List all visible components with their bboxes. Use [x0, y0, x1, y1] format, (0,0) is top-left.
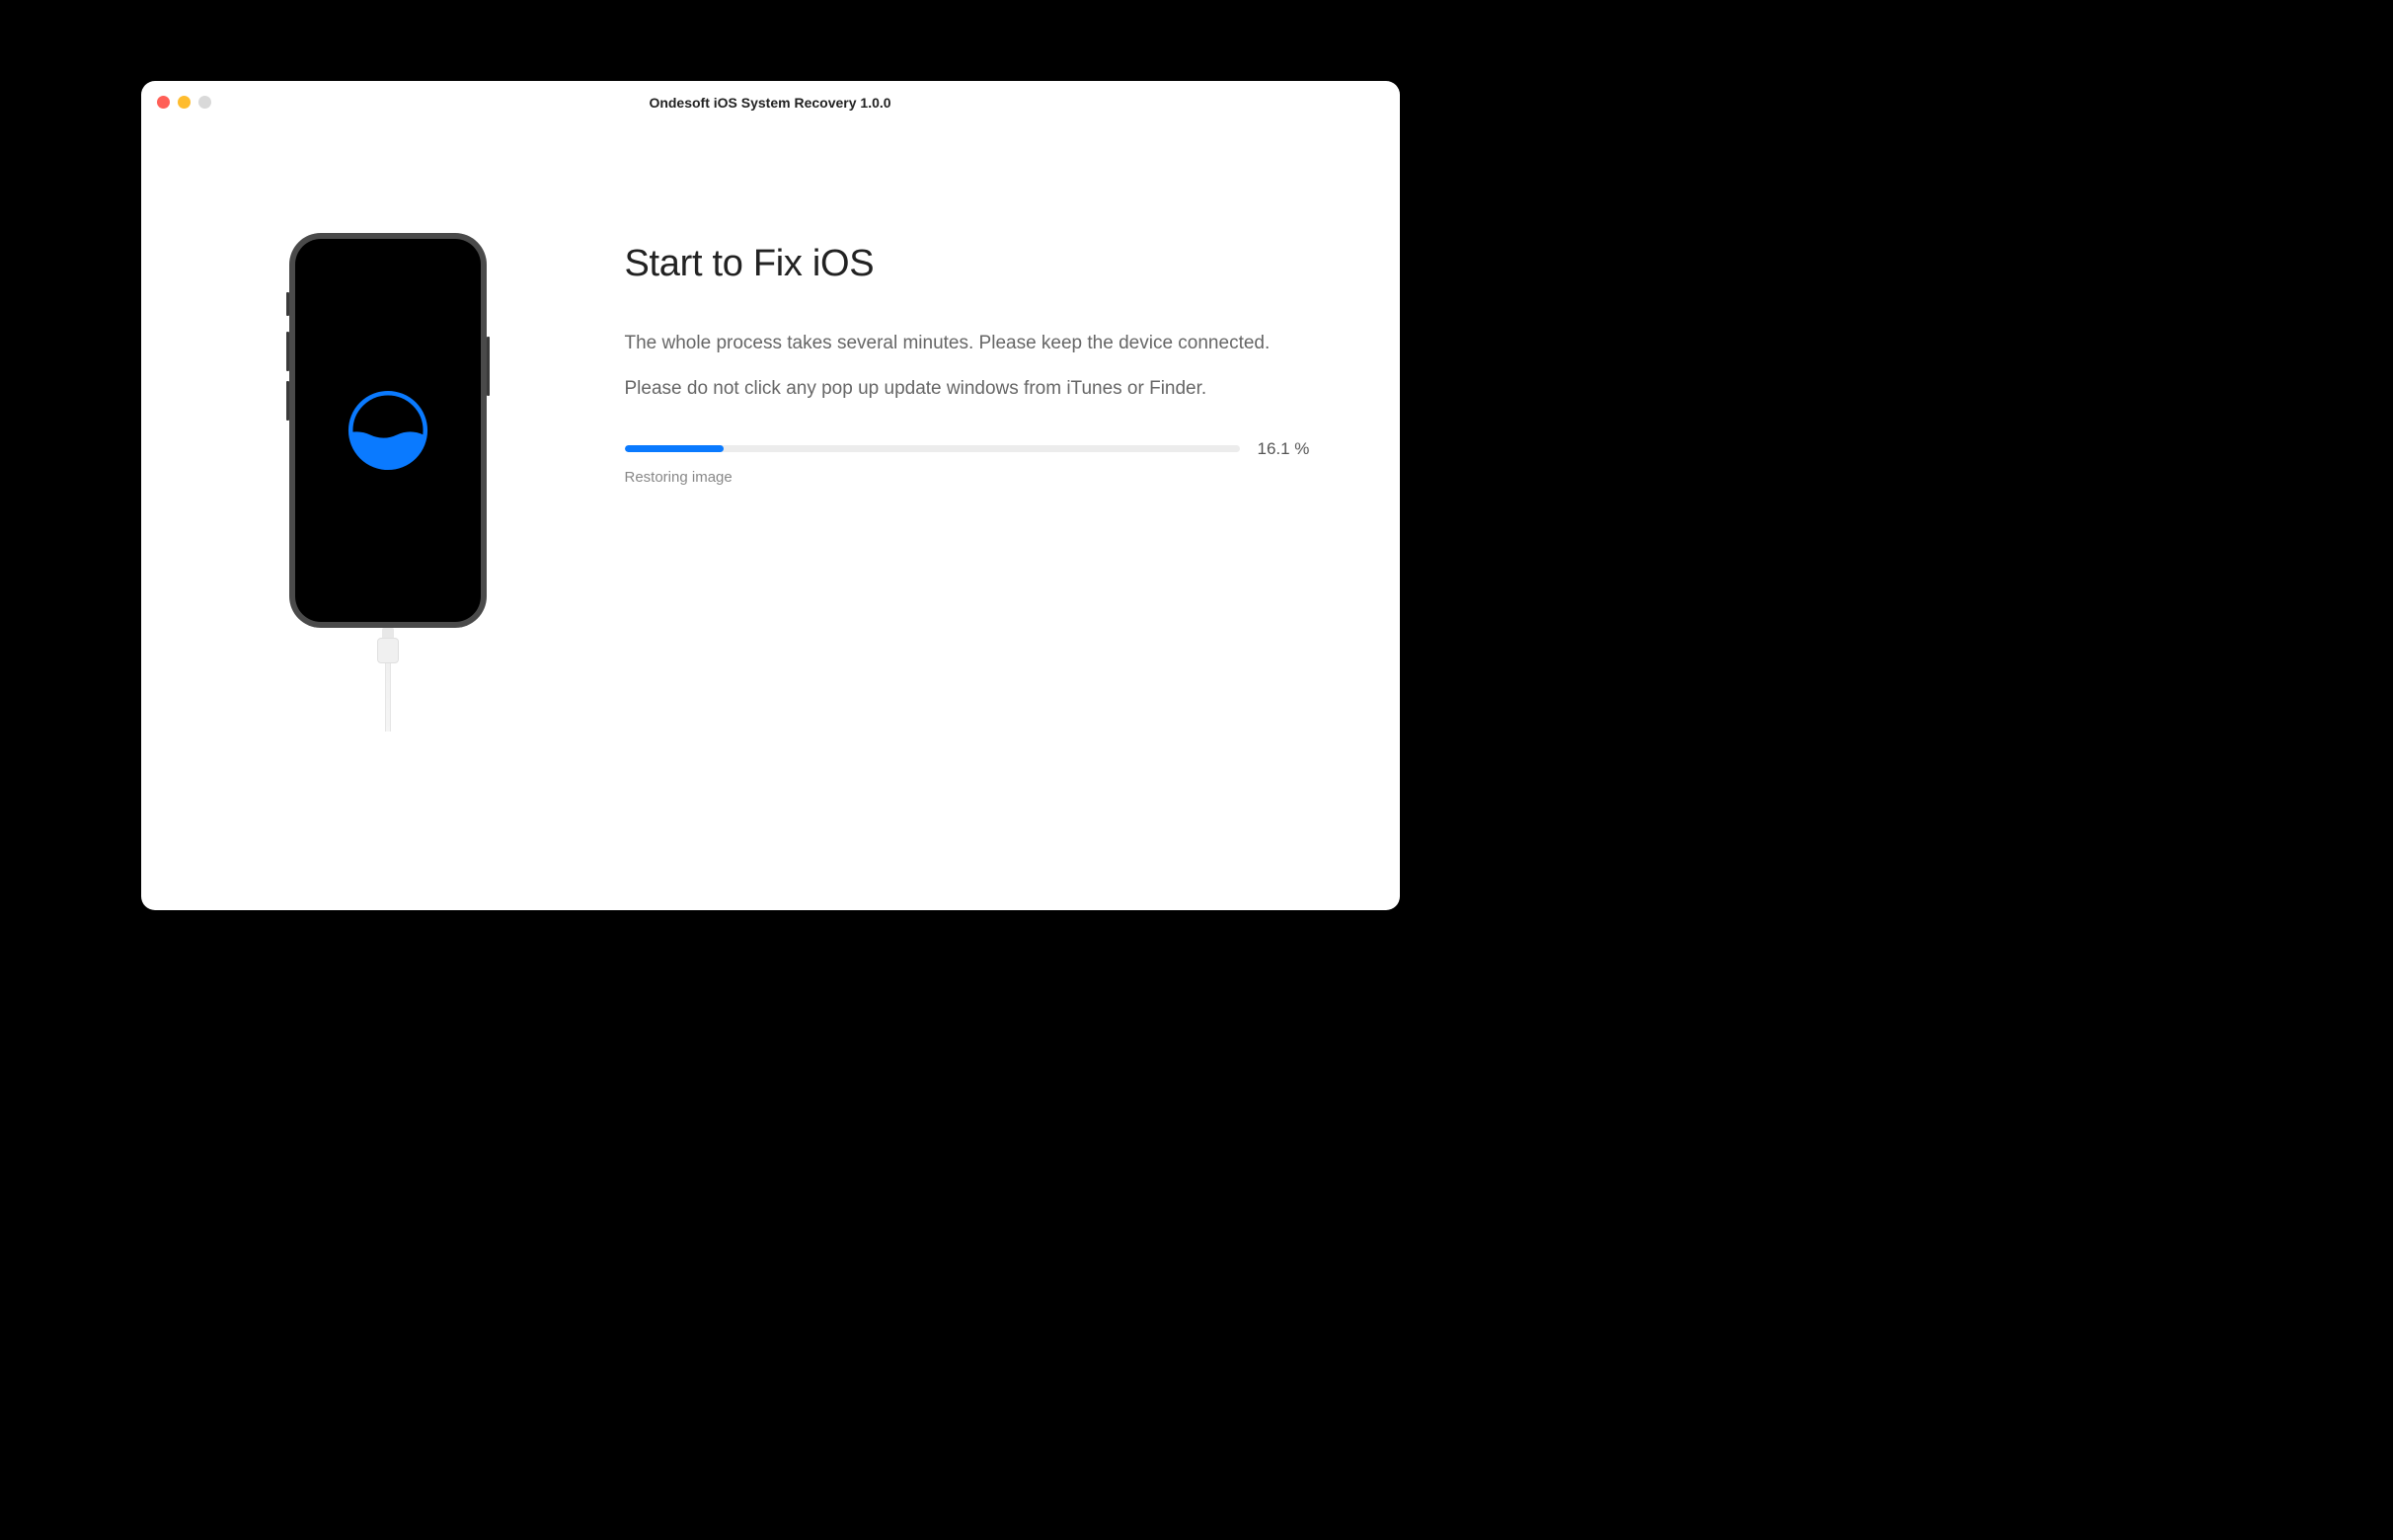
- traffic-lights: [157, 96, 211, 109]
- cable-icon: [377, 628, 399, 732]
- phone-side-button: [286, 332, 289, 371]
- phone-frame: [289, 233, 487, 628]
- phone-screen: [295, 239, 481, 622]
- cable-cord: [385, 663, 391, 732]
- progress-status: Restoring image: [625, 469, 1311, 486]
- maximize-button[interactable]: [198, 96, 211, 109]
- phone-side-button: [487, 337, 490, 396]
- app-window: Ondesoft iOS System Recovery 1.0.0: [141, 81, 1400, 910]
- progress-fill: [625, 445, 724, 452]
- minimize-button[interactable]: [178, 96, 191, 109]
- description-text-1: The whole process takes several minutes.…: [625, 330, 1311, 358]
- window-title: Ondesoft iOS System Recovery 1.0.0: [141, 95, 1400, 111]
- water-fill-icon: [344, 386, 432, 475]
- description-text-2: Please do not click any pop up update wi…: [625, 375, 1311, 404]
- cable-plug: [377, 638, 399, 663]
- phone-side-button: [286, 381, 289, 421]
- page-title: Start to Fix iOS: [625, 243, 1311, 285]
- content-area: Start to Fix iOS The whole process takes…: [141, 124, 1400, 910]
- progress-percent: 16.1 %: [1258, 439, 1311, 459]
- phone-illustration: [289, 233, 487, 732]
- progress-bar: [625, 445, 1240, 452]
- progress-row: 16.1 %: [625, 439, 1311, 459]
- titlebar: Ondesoft iOS System Recovery 1.0.0: [141, 81, 1400, 124]
- cable-tip: [382, 628, 394, 638]
- phone-side-button: [286, 292, 289, 316]
- phone-notch: [344, 239, 432, 259]
- main-pane: Start to Fix iOS The whole process takes…: [625, 213, 1341, 851]
- device-illustration-pane: [200, 213, 576, 851]
- close-button[interactable]: [157, 96, 170, 109]
